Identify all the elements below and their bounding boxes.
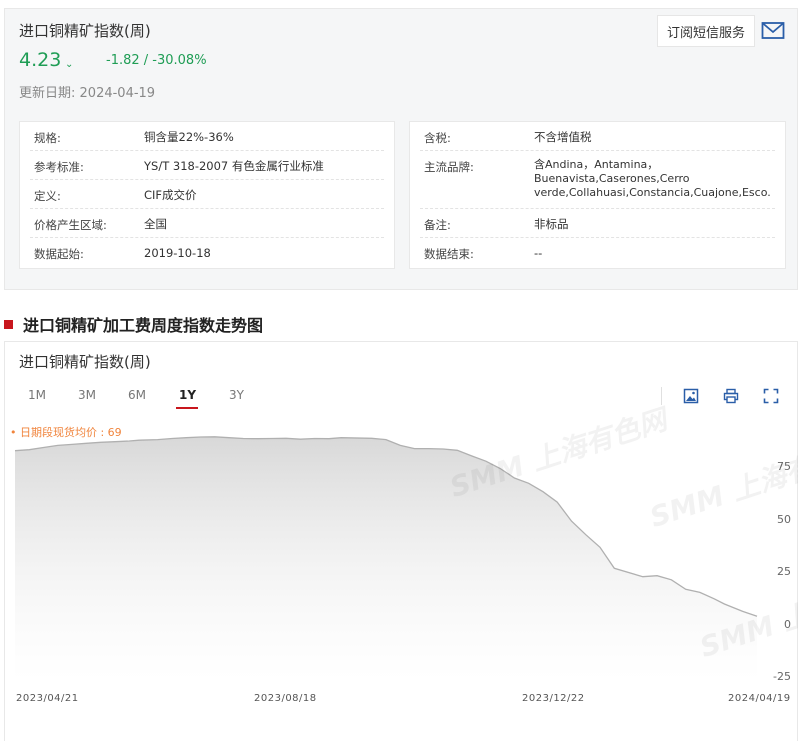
chart-panel: 进口铜精矿指数(周) 1M 3M 6M 1Y 3Y • 日期段现货均价 : 69… xyxy=(4,341,798,741)
data-point[interactable] xyxy=(255,436,261,442)
chart-plot xyxy=(12,434,760,682)
data-point[interactable] xyxy=(740,608,746,614)
data-point[interactable] xyxy=(383,437,389,443)
data-point[interactable] xyxy=(483,458,489,464)
data-point[interactable] xyxy=(98,439,104,445)
update-date: 更新日期: 2024-04-19 xyxy=(19,82,155,101)
data-point[interactable] xyxy=(326,436,332,442)
data-point[interactable] xyxy=(112,439,118,445)
data-point[interactable] xyxy=(12,448,18,454)
data-point[interactable] xyxy=(198,434,204,440)
info-row-start: 数据起始: 2019-10-18 xyxy=(34,246,211,261)
y-tick-label: 0 xyxy=(784,618,791,631)
y-tick-label: -25 xyxy=(773,670,791,683)
series-area xyxy=(15,436,757,682)
data-point[interactable] xyxy=(426,446,432,452)
data-point[interactable] xyxy=(683,586,689,592)
info-row-brands: 主流品牌: 含Andina，Antamina，Buenavista,Casero… xyxy=(420,151,775,209)
data-point[interactable] xyxy=(583,532,589,538)
data-point[interactable] xyxy=(269,436,275,442)
info-row-definition: 定义: CIF成交价 xyxy=(30,180,384,209)
data-point[interactable] xyxy=(640,574,646,580)
data-point[interactable] xyxy=(212,434,218,440)
section-title: 进口铜精矿加工费周度指数走势图 xyxy=(4,312,263,336)
data-point[interactable] xyxy=(338,435,344,441)
data-point[interactable] xyxy=(611,565,617,571)
data-point[interactable] xyxy=(668,577,674,583)
data-point[interactable] xyxy=(69,441,75,447)
data-point[interactable] xyxy=(312,436,318,442)
price-change: -1.82 / -30.08% xyxy=(106,53,207,68)
down-arrow-icon: ⌄ xyxy=(65,59,74,70)
current-price: 4.23 xyxy=(19,49,62,71)
data-point[interactable] xyxy=(497,466,503,472)
data-point[interactable] xyxy=(597,544,603,550)
data-point[interactable] xyxy=(41,445,47,451)
update-label: 更新日期: xyxy=(19,86,76,101)
data-point[interactable] xyxy=(469,453,475,459)
data-point[interactable] xyxy=(412,446,418,452)
info-row-standard: 参考标准: YS/T 318-2007 有色金属行业标准 xyxy=(30,151,384,180)
index-title: 进口铜精矿指数(周) xyxy=(19,22,151,40)
data-point[interactable] xyxy=(397,442,403,448)
data-point[interactable] xyxy=(721,601,727,607)
info-box-left: 规格: 铜含量22%-36% 参考标准: YS/T 318-2007 有色金属行… xyxy=(19,121,395,269)
data-point[interactable] xyxy=(697,589,703,595)
update-value: 2024-04-19 xyxy=(79,86,156,101)
data-point[interactable] xyxy=(297,436,303,442)
info-row-end: 数据结束: -- xyxy=(424,246,543,261)
info-row-spec: 规格: 铜含量22%-36% xyxy=(30,122,384,151)
price-summary-panel: 进口铜精矿指数(周) 4.23 ⌄ -1.82 / -30.08% 更新日期: … xyxy=(4,8,798,290)
data-point[interactable] xyxy=(454,447,460,453)
data-point[interactable] xyxy=(226,435,232,441)
info-row-note: 备注: 非标品 xyxy=(420,209,775,238)
subscribe-sms-button[interactable]: 订阅短信服务 xyxy=(657,15,755,47)
data-point[interactable] xyxy=(136,437,142,443)
data-point[interactable] xyxy=(169,436,175,442)
info-row-region: 价格产生区域: 全国 xyxy=(30,209,384,238)
data-point[interactable] xyxy=(654,573,660,579)
data-point[interactable] xyxy=(155,437,161,443)
data-point[interactable] xyxy=(526,480,532,486)
info-box-right: 含税: 不含增值税 主流品牌: 含Andina，Antamina，Buenavi… xyxy=(409,121,786,269)
data-point[interactable] xyxy=(126,438,132,444)
x-tick-label: 2023/08/18 xyxy=(254,693,317,704)
data-point[interactable] xyxy=(369,435,375,441)
data-point[interactable] xyxy=(440,446,446,452)
data-point[interactable] xyxy=(711,596,717,602)
data-point[interactable] xyxy=(569,518,575,524)
data-point[interactable] xyxy=(183,435,189,441)
y-tick-label: 75 xyxy=(777,460,791,473)
data-point[interactable] xyxy=(26,447,32,453)
data-point[interactable] xyxy=(240,436,246,442)
x-tick-label: 2023/12/22 xyxy=(522,693,585,704)
y-tick-label: 50 xyxy=(777,513,791,526)
data-point[interactable] xyxy=(540,489,546,495)
data-point[interactable] xyxy=(83,440,89,446)
mail-icon[interactable] xyxy=(761,21,785,41)
data-point[interactable] xyxy=(754,613,760,619)
data-point[interactable] xyxy=(283,435,289,441)
x-tick-label: 2024/04/19 xyxy=(728,693,791,704)
y-tick-label: 25 xyxy=(777,565,791,578)
x-tick-label: 2023/04/21 xyxy=(16,693,79,704)
data-point[interactable] xyxy=(554,499,560,505)
info-row-tax: 含税: 不含增值税 xyxy=(420,122,775,151)
data-point[interactable] xyxy=(511,475,517,481)
data-point[interactable] xyxy=(55,442,61,448)
